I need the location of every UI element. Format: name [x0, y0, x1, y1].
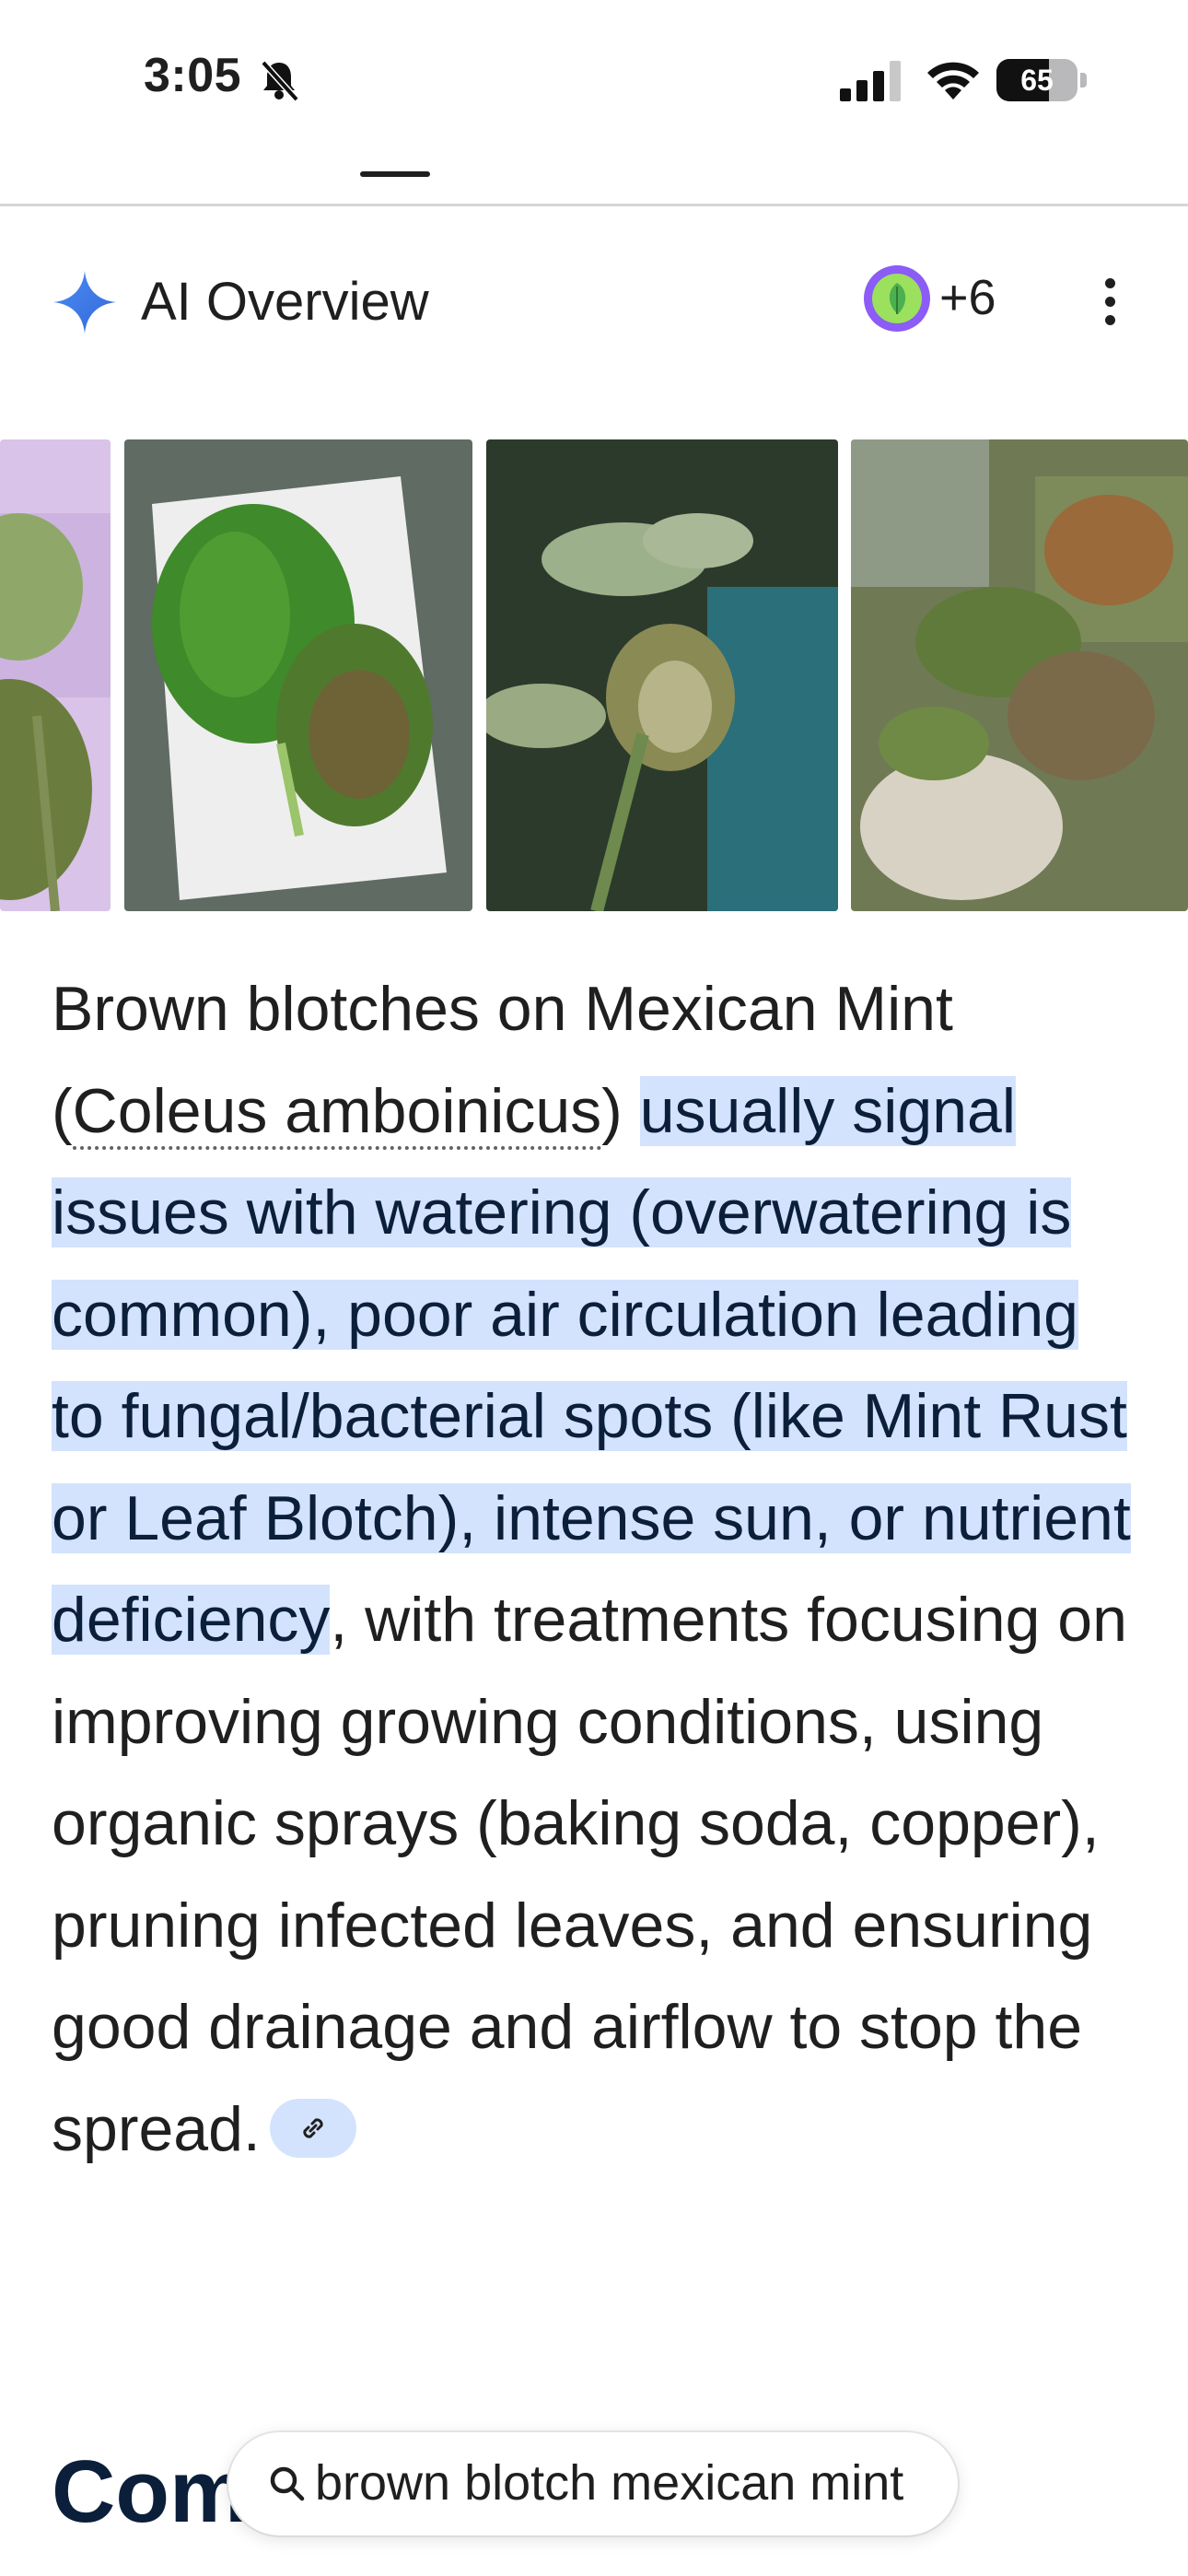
gemini-spark-icon — [53, 271, 116, 334]
tab-indicator — [360, 171, 430, 177]
cellular-signal-icon — [840, 61, 901, 101]
battery-icon: 65 — [996, 59, 1087, 101]
ai-overview-title: AI Overview — [141, 272, 429, 332]
summary-highlight[interactable]: usually signal issues with watering (ove… — [52, 1075, 1131, 1655]
search-icon — [270, 2466, 305, 2501]
scientific-name-term[interactable]: Coleus amboinicus — [72, 1075, 602, 1150]
header-divider — [0, 204, 1188, 206]
ai-overview-header: AI Overview +6 — [0, 249, 1188, 350]
wifi-icon — [927, 62, 979, 100]
summary-tail: , with treatments focusing on improving … — [52, 1585, 1127, 2164]
link-icon — [303, 2117, 323, 2138]
more-sources-count[interactable]: +6 — [939, 269, 996, 326]
ai-overview-summary: Brown blotches on Mexican Mint (Coleus a… — [52, 958, 1147, 2180]
carousel-image-3[interactable] — [486, 439, 838, 911]
status-bar: 3:05 65 — [0, 0, 1188, 161]
image-carousel[interactable] — [0, 439, 1188, 911]
search-query-text: brown blotch mexican mint — [315, 2455, 904, 2511]
citation-link-button[interactable] — [269, 2098, 356, 2158]
more-options-icon[interactable] — [1094, 275, 1125, 330]
search-query-pill[interactable]: brown blotch mexican mint — [228, 2432, 958, 2535]
leaf-icon — [889, 283, 906, 314]
battery-percentage: 65 — [1020, 64, 1054, 97]
carousel-image-1[interactable] — [0, 439, 111, 911]
carousel-image-2[interactable] — [124, 439, 472, 911]
status-time: 3:05 — [144, 49, 242, 102]
carousel-image-4[interactable] — [851, 439, 1188, 911]
source-favicon[interactable] — [864, 265, 930, 332]
bell-slash-icon — [261, 60, 299, 102]
summary-after-term: ) — [601, 1075, 640, 1146]
